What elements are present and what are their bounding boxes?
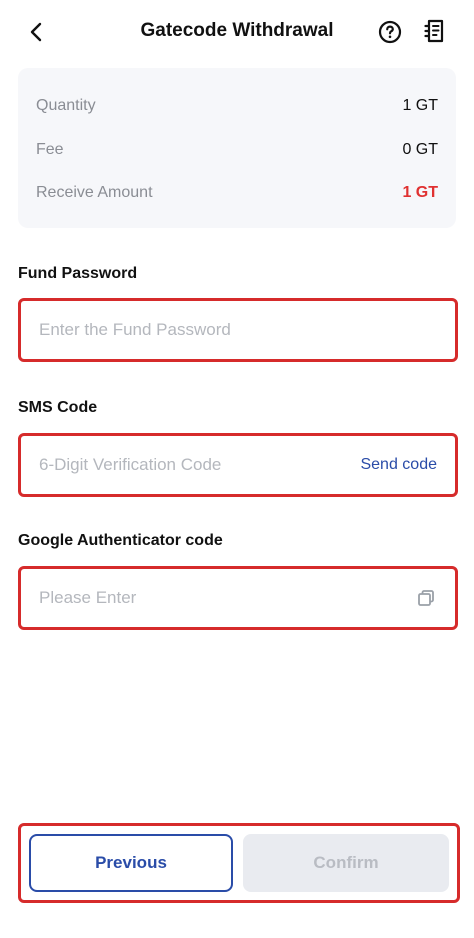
sms-code-label: SMS Code	[18, 399, 98, 416]
google-auth-input[interactable]	[39, 588, 415, 608]
summary-row-fee: Fee 0 GT	[36, 138, 438, 162]
question-circle-icon	[378, 20, 402, 44]
fund-password-field	[18, 298, 458, 362]
summary-row-receive-amount: Receive Amount 1 GT	[36, 181, 438, 205]
previous-button[interactable]: Previous	[29, 834, 233, 892]
google-auth-field	[18, 566, 458, 630]
paste-button[interactable]	[415, 587, 437, 609]
google-auth-input-wrap	[39, 569, 415, 627]
summary-value-highlight: 1 GT	[402, 184, 438, 201]
header: Gatecode Withdrawal	[0, 0, 474, 64]
fund-password-input-wrap	[39, 301, 437, 359]
send-code-button[interactable]: Send code	[360, 456, 437, 474]
summary-value: 0 GT	[402, 141, 438, 158]
records-button[interactable]	[420, 16, 450, 46]
summary-label: Quantity	[36, 97, 96, 114]
fund-password-input[interactable]	[39, 320, 437, 340]
sms-code-field: Send code	[18, 433, 458, 497]
summary-row-quantity: Quantity 1 GT	[36, 94, 438, 118]
summary-label: Fee	[36, 141, 64, 158]
fund-password-label: Fund Password	[18, 265, 138, 282]
sms-code-input[interactable]	[39, 455, 361, 475]
google-auth-label: Google Authenticator code	[18, 532, 223, 549]
sms-code-input-wrap	[39, 436, 361, 494]
help-button[interactable]	[376, 18, 404, 46]
paste-icon	[418, 590, 434, 606]
withdrawal-summary-card: Quantity 1 GT Fee 0 GT Receive Amount 1 …	[18, 68, 456, 228]
summary-value: 1 GT	[402, 97, 438, 114]
receipt-icon	[424, 19, 444, 43]
confirm-button[interactable]: Confirm	[243, 834, 449, 892]
action-bar: Previous Confirm	[18, 823, 460, 903]
summary-label: Receive Amount	[36, 184, 153, 201]
